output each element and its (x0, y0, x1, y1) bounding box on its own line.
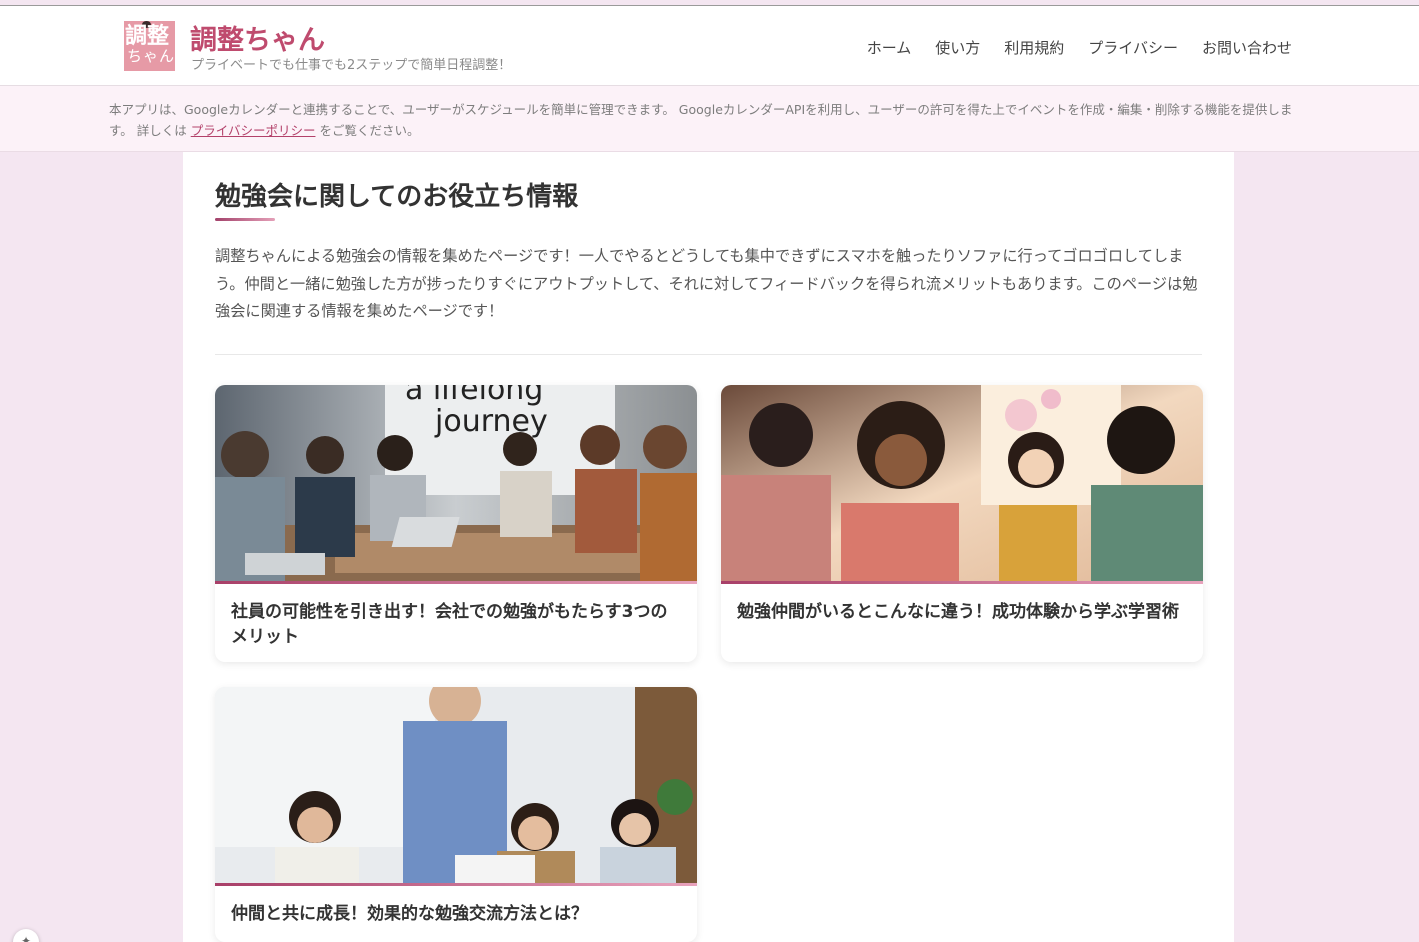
intro-paragraph: 調整ちゃんによる勉強会の情報を集めたページです！一人でやるとどうしても集中できず… (215, 247, 1198, 320)
sparkle-icon[interactable]: ✦ (13, 929, 39, 942)
article-title[interactable]: 仲間と共に成長！効果的な勉強交流方法とは？ (215, 886, 697, 927)
section-divider (215, 354, 1202, 355)
nav-home[interactable]: ホーム (867, 37, 912, 58)
article-title[interactable]: 社員の可能性を引き出す！会社での勉強がもたらす3つのメリット (215, 584, 697, 649)
notice-text-after: をご覧ください。 (315, 123, 420, 138)
board-text-line2: journey (434, 404, 548, 439)
article-title[interactable]: 勉強仲間がいるとこんなに違う！成功体験から学ぶ学習術 (721, 584, 1203, 625)
page-title: 勉強会に関してのお役立ち情報 (215, 182, 579, 212)
api-notice-banner: 本アプリは、Googleカレンダーと連携することで、ユーザーがスケジュールを簡単… (0, 86, 1419, 152)
nav-contact[interactable]: お問い合わせ (1202, 37, 1292, 58)
site-title[interactable]: 調整ちゃん (190, 18, 325, 57)
title-underline (215, 218, 275, 221)
article-thumbnail[interactable]: a lifelong journey (215, 385, 697, 581)
article-card[interactable]: 勉強仲間がいるとこんなに違う！成功体験から学ぶ学習術 (721, 385, 1203, 662)
article-thumbnail[interactable] (721, 385, 1203, 581)
nav-privacy[interactable]: プライバシー (1088, 37, 1178, 58)
logo-text-top: 調整 (125, 23, 170, 49)
nav-how-to-use[interactable]: 使い方 (935, 37, 980, 58)
logo-text-bottom: ちゃん (127, 47, 175, 65)
site-header: 調整 ちゃん 調整ちゃん プライベートでも仕事でも2ステップで簡単日程調整！ ホ… (0, 6, 1419, 86)
article-card[interactable]: a lifelong journey 社員の可能性を引き出す！会社での勉強がもた… (215, 385, 697, 662)
main-nav: ホーム 使い方 利用規約 プライバシー お問い合わせ (867, 37, 1292, 58)
nav-terms[interactable]: 利用規約 (1004, 37, 1064, 58)
article-card[interactable]: 仲間と共に成長！効果的な勉強交流方法とは？ (215, 687, 697, 942)
site-tagline: プライベートでも仕事でも2ステップで簡単日程調整！ (191, 58, 512, 73)
site-logo[interactable]: 調整 ちゃん (124, 21, 175, 71)
article-thumbnail[interactable] (215, 687, 697, 883)
main-content: 勉強会に関してのお役立ち情報 調整ちゃんによる勉強会の情報を集めたページです！一… (183, 152, 1234, 942)
privacy-policy-link[interactable]: プライバシーポリシー (191, 123, 316, 138)
